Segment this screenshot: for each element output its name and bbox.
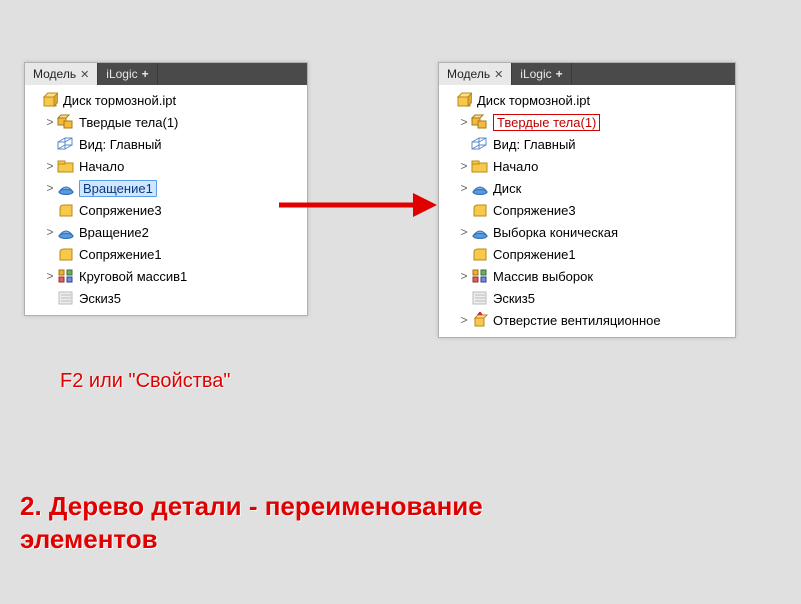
tree-item[interactable]: Сопряжение3 <box>439 199 735 221</box>
tree-item-label: Сопряжение3 <box>493 203 576 218</box>
bodies-icon <box>57 113 75 131</box>
tree-item-label: Массив выборок <box>493 269 593 284</box>
tree-item[interactable]: > Начало <box>439 155 735 177</box>
sketch-icon <box>471 289 489 307</box>
expander[interactable]: > <box>43 181 57 195</box>
expander[interactable]: > <box>457 181 471 195</box>
expander[interactable]: > <box>457 313 471 327</box>
fillet-icon <box>471 245 489 263</box>
tree-item-label: Твердые тела(1) <box>79 115 178 130</box>
expander[interactable]: > <box>43 225 57 239</box>
close-icon[interactable]: ✕ <box>80 68 89 81</box>
right-panel: Модель ✕ iLogic + Диск тормозной.ipt > Тв… <box>438 62 736 338</box>
view-icon <box>471 135 489 153</box>
tab-model[interactable]: Модель ✕ <box>25 63 98 85</box>
tree-item-label: Сопряжение1 <box>79 247 162 262</box>
tree-item-label: Эскиз5 <box>79 291 121 306</box>
pattern-icon <box>471 267 489 285</box>
tree-item-label: Круговой массив1 <box>79 269 187 284</box>
tree-item[interactable]: > Отверстие вентиляционное <box>439 309 735 331</box>
root-label: Диск тормозной.ipt <box>63 93 176 108</box>
expander[interactable]: > <box>457 115 471 129</box>
tree-item-label: Начало <box>79 159 124 174</box>
tree-item-label: Выборка коническая <box>493 225 618 240</box>
left-panel: Модель ✕ iLogic + Диск тормозной.ipt > Тв… <box>24 62 308 316</box>
tab-ilogic[interactable]: iLogic + <box>98 63 157 85</box>
plus-icon[interactable]: + <box>556 67 563 81</box>
tree-item[interactable]: > Начало <box>25 155 307 177</box>
expander[interactable]: > <box>43 269 57 283</box>
part-icon <box>455 91 473 109</box>
revolve-icon <box>471 179 489 197</box>
part-icon <box>41 91 59 109</box>
revolve-icon <box>57 223 75 241</box>
root-label: Диск тормозной.ipt <box>477 93 590 108</box>
tree-item-label: Диск <box>493 181 521 196</box>
bodies-icon <box>471 113 489 131</box>
fillet-icon <box>57 245 75 263</box>
tree-item[interactable]: > Выборка коническая <box>439 221 735 243</box>
tree-item-label: Вид: Главный <box>493 137 576 152</box>
tree-item[interactable]: > Диск <box>439 177 735 199</box>
tree-left: Диск тормозной.ipt > Твердые тела(1) Вид: … <box>25 85 307 315</box>
revolve-icon <box>471 223 489 241</box>
expander[interactable]: > <box>457 159 471 173</box>
sketch-icon <box>57 289 75 307</box>
tree-item-label: Вращение1 <box>79 180 157 197</box>
tab-model-label: Модель <box>447 67 490 81</box>
tree-item[interactable]: > Твердые тела(1) <box>439 111 735 133</box>
tree-item[interactable]: Эскиз5 <box>439 287 735 309</box>
tree-item[interactable]: > Вращение1 <box>25 177 307 199</box>
tree-item-label: Твердые тела(1) <box>493 114 600 131</box>
folder-icon <box>57 157 75 175</box>
tree-item[interactable]: Сопряжение3 <box>25 199 307 221</box>
fillet-icon <box>471 201 489 219</box>
tree-item-label: Эскиз5 <box>493 291 535 306</box>
tree-item[interactable]: Вид: Главный <box>25 133 307 155</box>
fillet-icon <box>57 201 75 219</box>
folder-icon <box>471 157 489 175</box>
tab-model[interactable]: Модель ✕ <box>439 63 512 85</box>
tab-ilogic[interactable]: iLogic + <box>512 63 571 85</box>
tree-item-label: Отверстие вентиляционное <box>493 313 661 328</box>
tree-item[interactable]: > Твердые тела(1) <box>25 111 307 133</box>
tree-item-label: Вращение2 <box>79 225 149 240</box>
tree-root[interactable]: Диск тормозной.ipt <box>439 89 735 111</box>
expander[interactable]: > <box>43 159 57 173</box>
tree-item[interactable]: Вид: Главный <box>439 133 735 155</box>
tab-ilogic-label: iLogic <box>106 67 137 81</box>
tree-item[interactable]: Сопряжение1 <box>25 243 307 265</box>
plus-icon[interactable]: + <box>142 67 149 81</box>
tree-item[interactable]: Эскиз5 <box>25 287 307 309</box>
tree-item[interactable]: > Массив выборок <box>439 265 735 287</box>
expander[interactable]: > <box>457 269 471 283</box>
expander[interactable]: > <box>457 225 471 239</box>
hint-caption: F2 или "Свойства" <box>60 370 231 393</box>
pattern-icon <box>57 267 75 285</box>
close-icon[interactable]: ✕ <box>494 68 503 81</box>
extrude-icon <box>471 311 489 329</box>
tab-ilogic-label: iLogic <box>520 67 551 81</box>
tree-item[interactable]: > Вращение2 <box>25 221 307 243</box>
title-caption: 2. Дерево детали - переименование элемен… <box>20 490 520 555</box>
tree-item-label: Сопряжение3 <box>79 203 162 218</box>
revolve-icon <box>57 179 75 197</box>
tabstrip: Модель ✕ iLogic + <box>439 63 735 85</box>
view-icon <box>57 135 75 153</box>
tree-item-label: Вид: Главный <box>79 137 162 152</box>
tree-item-label: Сопряжение1 <box>493 247 576 262</box>
tree-item[interactable]: Сопряжение1 <box>439 243 735 265</box>
tab-model-label: Модель <box>33 67 76 81</box>
tree-root[interactable]: Диск тормозной.ipt <box>25 89 307 111</box>
tree-right: Диск тормозной.ipt > Твердые тела(1) Вид: … <box>439 85 735 337</box>
tree-item-label: Начало <box>493 159 538 174</box>
expander[interactable]: > <box>43 115 57 129</box>
tree-item[interactable]: > Круговой массив1 <box>25 265 307 287</box>
tabstrip: Модель ✕ iLogic + <box>25 63 307 85</box>
